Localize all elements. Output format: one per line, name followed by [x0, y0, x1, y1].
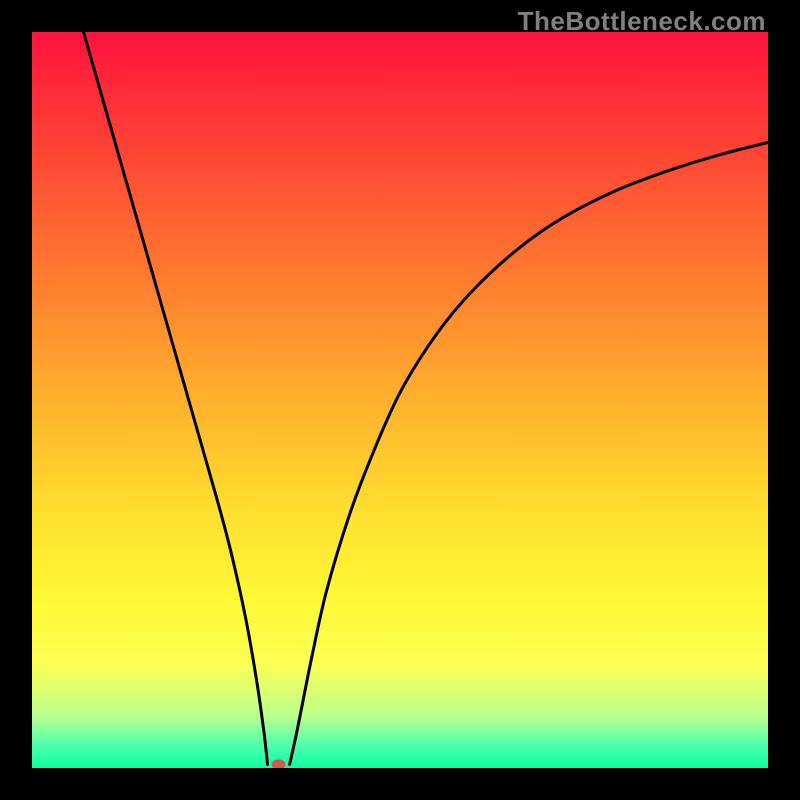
- chart-background: [32, 32, 768, 768]
- watermark-text: TheBottleneck.com: [518, 6, 766, 37]
- chart-frame: TheBottleneck.com: [0, 0, 800, 800]
- bottleneck-chart: [32, 32, 768, 768]
